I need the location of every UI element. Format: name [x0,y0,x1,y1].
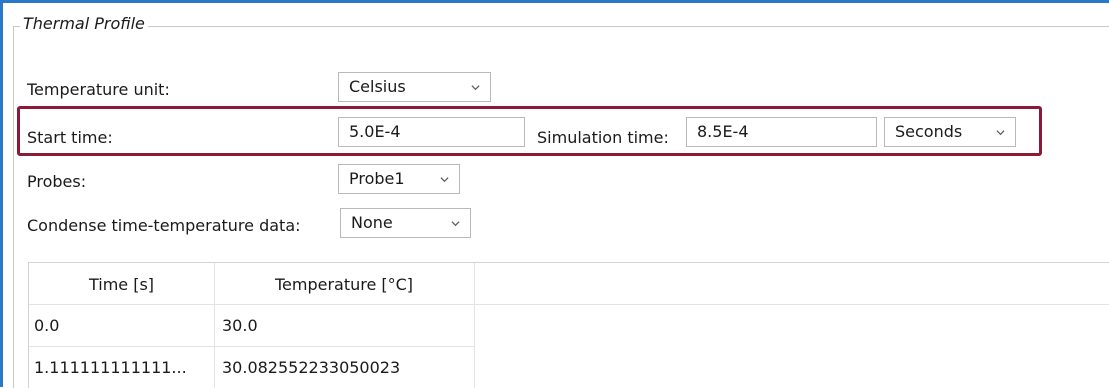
row-divider [29,346,474,347]
temperature-unit-label: Temperature unit: [27,80,170,99]
chevron-down-icon [440,177,449,183]
simulation-time-label: Simulation time: [537,128,669,147]
chevron-down-icon [451,221,460,227]
probes-value: Probe1 [349,169,405,188]
time-unit-dropdown[interactable]: Seconds [884,117,1016,147]
table-cell-temperature[interactable]: 30.0 [222,306,472,346]
column-divider [474,263,475,388]
chevron-down-icon [996,130,1005,136]
temperature-unit-dropdown[interactable]: Celsius [338,72,491,102]
temperature-unit-value: Celsius [349,77,406,96]
table-cell-time[interactable]: 1.111111111111... [34,348,214,388]
table-cell-temperature[interactable]: 30.082552233050023 [222,348,472,388]
probes-dropdown[interactable]: Probe1 [338,164,460,194]
time-temperature-table: Time [s] Temperature [°C] 0.0 30.0 1.111… [28,262,1109,388]
condense-value: None [351,213,393,232]
table-cell-time[interactable]: 0.0 [34,306,212,346]
simulation-time-input[interactable]: 8.5E-4 [686,117,877,147]
start-time-label: Start time: [27,128,113,147]
header-time[interactable]: Time [s] [29,265,214,305]
group-title: Thermal Profile [20,14,148,33]
thermal-profile-panel: Thermal Profile Temperature unit: Celsiu… [0,0,1109,388]
header-temperature[interactable]: Temperature [°C] [214,265,474,305]
probes-label: Probes: [27,172,87,191]
window-left-border [0,0,3,387]
window-top-border [0,0,1109,3]
condense-dropdown[interactable]: None [340,208,471,238]
start-time-input[interactable]: 5.0E-4 [338,117,525,147]
condense-label: Condense time-temperature data: [27,216,301,235]
chevron-down-icon [471,85,480,91]
time-unit-value: Seconds [895,122,963,141]
